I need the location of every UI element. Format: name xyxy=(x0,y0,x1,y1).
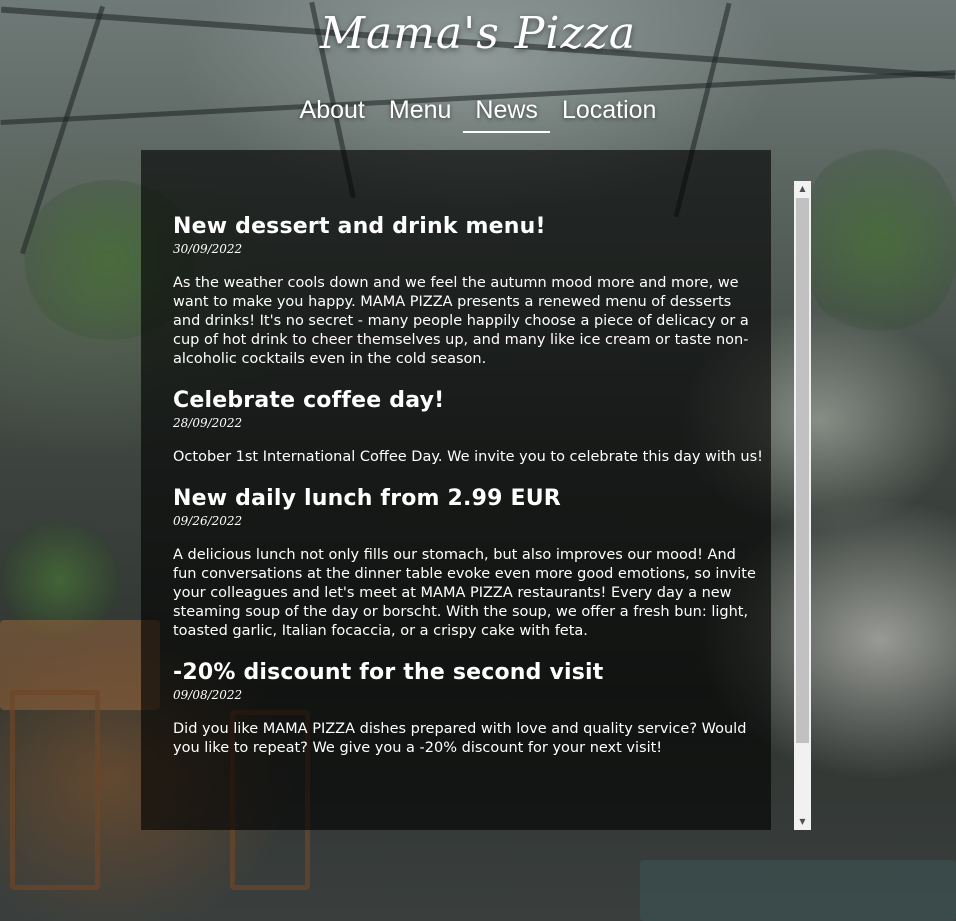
news-title: -20% discount for the second visit xyxy=(173,660,604,685)
nav-link-news[interactable]: News xyxy=(463,94,550,133)
site-header: Mama's Pizza About Menu News Location xyxy=(0,0,956,150)
site-logo[interactable]: Mama's Pizza xyxy=(0,8,956,59)
scroll-thumb[interactable] xyxy=(796,198,809,743)
news-list: New dessert and drink menu! 30/09/2022 A… xyxy=(173,213,763,776)
scrollbar[interactable]: ▲ ▼ xyxy=(794,181,811,830)
news-date: 30/09/2022 xyxy=(173,242,243,256)
scroll-up-icon[interactable]: ▲ xyxy=(794,181,811,197)
news-item: Celebrate coffee day! 28/09/2022 October… xyxy=(173,387,763,467)
scroll-down-icon[interactable]: ▼ xyxy=(794,814,811,830)
news-body: October 1st International Coffee Day. We… xyxy=(173,449,763,465)
news-title: New daily lunch from 2.99 EUR xyxy=(173,486,561,511)
news-title: Celebrate coffee day! xyxy=(173,388,445,413)
news-body: A delicious lunch not only fills our sto… xyxy=(173,547,756,639)
news-item: New daily lunch from 2.99 EUR 09/26/2022… xyxy=(173,485,763,641)
news-date: 09/26/2022 xyxy=(173,514,243,528)
nav-link-location[interactable]: Location xyxy=(550,94,669,133)
news-date: 09/08/2022 xyxy=(173,688,243,702)
news-item: -20% discount for the second visit 09/08… xyxy=(173,659,763,758)
news-item: New dessert and drink menu! 30/09/2022 A… xyxy=(173,213,763,369)
nav-link-about[interactable]: About xyxy=(288,94,377,133)
news-date: 28/09/2022 xyxy=(173,416,243,430)
nav-link-menu[interactable]: Menu xyxy=(377,94,464,133)
news-body: As the weather cools down and we feel th… xyxy=(173,275,749,367)
news-body: Did you like MAMA PIZZA dishes prepared … xyxy=(173,721,747,756)
main-nav: About Menu News Location xyxy=(0,94,956,133)
news-title: New dessert and drink menu! xyxy=(173,214,546,239)
news-scroll-area[interactable]: New dessert and drink menu! 30/09/2022 A… xyxy=(141,181,811,830)
